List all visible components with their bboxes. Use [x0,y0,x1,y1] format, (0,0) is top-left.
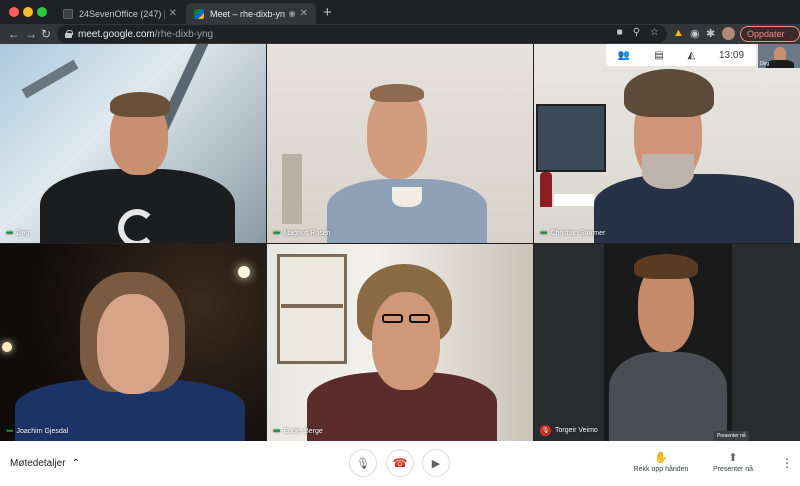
tab-meet[interactable]: Meet – rhe-dixb-yng ◉ ✕ [186,3,316,24]
video-icon: ▶ [431,457,441,470]
speaking-indicator-icon: ••• [6,228,14,238]
video-grid: ••• Deg ••• Magnus Rosén ••• Christian S… [0,44,800,441]
participant-video [534,44,800,243]
hangup-icon: ☎ [392,456,408,470]
speaking-indicator-icon: ••• [273,228,281,238]
meeting-details-label: Møtedetaljer [10,458,66,469]
lock-icon[interactable] [65,30,73,38]
participant-video [0,44,266,243]
more-vert-icon[interactable]: ⋮ [781,456,793,470]
maximize-window-button[interactable] [37,7,47,17]
self-view-thumbnail[interactable]: Deg [758,44,800,68]
forward-icon[interactable]: → [25,26,37,42]
meet-top-controls: 👥 ▤ ◭ 13:09 [606,44,756,66]
participant-name: 🎙 Torgeir Veimo [540,425,598,436]
camera-icon[interactable]: ■ [617,27,623,38]
search-icon[interactable]: ⚲ [633,27,640,38]
meeting-controls-bar: Møtedetaljer ⌃ 🎙 ☎ ▶ ✋ Rekk opp hånden ⬆… [0,441,800,486]
people-icon[interactable]: 👥 [618,50,630,61]
mic-off-icon: 🎙 [540,425,551,436]
tab-label: 24SevenOffice (247) | Spotlig [79,8,165,19]
present-tooltip: Presenter nå [714,431,749,441]
new-tab-button[interactable]: + [323,4,332,21]
participant-video [267,44,533,243]
recording-icon: ◉ [288,9,296,18]
speaking-indicator-icon: ••• [6,426,14,436]
address-bar[interactable]: meet.google.com/rhe-dixb-yng ■ ⚲ ☆ [57,25,667,43]
camera-button[interactable]: ▶ [422,449,450,477]
leave-call-button[interactable]: ☎ [386,449,414,477]
browser-window: 24SevenOffice (247) | Spotlig ✕ Meet – r… [0,0,800,486]
close-window-button[interactable] [9,7,19,17]
activities-icon[interactable]: ◭ [687,50,695,61]
speaking-indicator-icon: ••• [540,228,548,238]
chat-icon[interactable]: ▤ [654,50,663,61]
mic-button[interactable]: 🎙 [349,449,377,477]
url-path: /rhe-dixb-yng [154,28,214,40]
video-tile[interactable]: ••• Christian Størmer [534,44,800,243]
present-label: Presenter nå [712,466,754,473]
self-label: Deg [760,61,770,67]
meeting-clock: 13:09 [719,49,745,61]
tab-24sevenoffice[interactable]: 24SevenOffice (247) | Spotlig ✕ [55,3,185,24]
raise-hand-button[interactable]: ✋ Rekk opp hånden [631,451,691,473]
video-tile[interactable]: ••• Magnus Rosén [267,44,533,243]
video-tile[interactable]: ••• Deg [0,44,266,243]
participant-video [267,244,533,441]
meeting-details-button[interactable]: Møtedetaljer ⌃ [10,458,80,469]
participant-video [0,244,266,441]
video-tile[interactable]: ••• Joachim Gjesdal [0,244,266,441]
avatar[interactable] [722,27,735,40]
participant-name: ••• Endre Berge [273,426,323,436]
meet-favicon [194,8,204,19]
participant-name: ••• Christian Størmer [540,228,606,238]
minimize-window-button[interactable] [23,7,33,17]
raise-hand-label: Rekk opp hånden [633,466,689,473]
present-now-button[interactable]: ⬆ Presenter nå [707,451,759,473]
tab-strip: 24SevenOffice (247) | Spotlig ✕ Meet – r… [0,0,800,24]
close-icon[interactable]: ✕ [169,8,177,19]
hand-icon: ✋ [654,452,668,464]
chevron-up-icon: ⌃ [71,458,80,469]
update-button[interactable]: Oppdater ⋮ [740,26,800,53]
mic-icon: 🎙 [356,457,370,470]
present-icon: ⬆ [728,452,738,464]
browser-toolbar: ← → ↻ meet.google.com/rhe-dixb-yng ■ ⚲ ☆… [0,24,800,53]
participant-name: ••• Joachim Gjesdal [6,426,69,436]
back-icon[interactable]: ← [8,26,20,42]
update-label: Oppdater [747,29,785,39]
video-tile[interactable]: ••• Endre Berge [267,244,533,441]
tab-label: Meet – rhe-dixb-yng [210,8,285,19]
participant-name: ••• Deg [6,228,30,238]
reload-icon[interactable]: ↻ [41,26,51,42]
tab-favicon [63,8,73,19]
star-icon[interactable]: ☆ [650,27,659,38]
close-icon[interactable]: ✕ [300,8,308,19]
participant-video [604,244,732,441]
url-host: meet.google.com [78,28,155,40]
speaking-indicator-icon: ••• [273,426,281,436]
participant-name: ••• Magnus Rosén [273,228,331,238]
extension-icon[interactable]: ◉ [690,27,700,40]
drive-extension-icon[interactable]: ▲ [673,27,684,39]
puzzle-extension-icon[interactable]: ✱ [706,27,715,40]
video-tile[interactable]: 🎙 Torgeir Veimo [534,244,800,441]
